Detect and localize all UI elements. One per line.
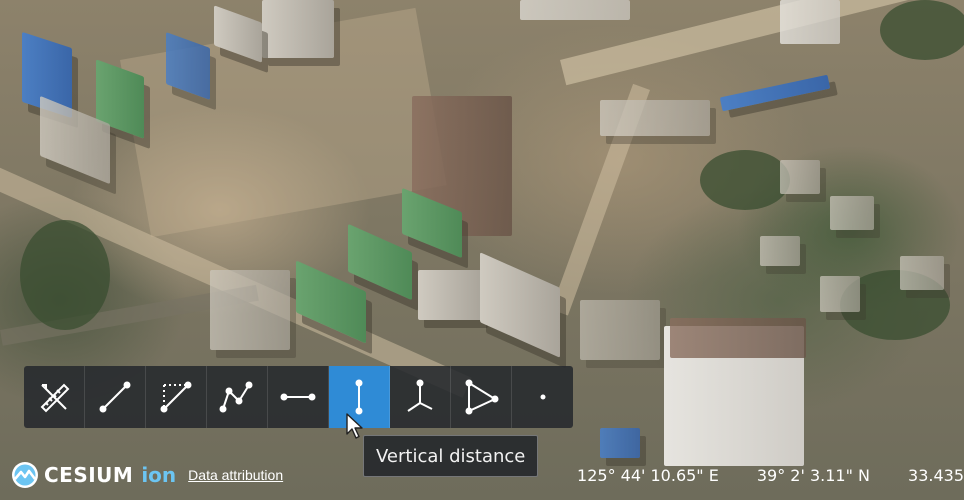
distance-icon [99,381,131,413]
tooltip-text: Vertical distance [376,445,526,467]
measure-tools-button[interactable] [24,366,85,428]
point-button[interactable] [512,366,573,428]
latitude-value: 39° 2' 3.11" N [756,465,871,485]
building [600,428,640,458]
cesium-ion-logo[interactable]: CESIUM ion [10,460,176,490]
building [719,74,831,112]
building [760,236,800,266]
logo-text: CESIUM [44,463,134,487]
height-icon [407,379,433,412]
building [210,270,290,350]
point-coordinates-icon [540,394,545,400]
tree-cluster [880,0,964,60]
polyline-button[interactable] [207,366,268,428]
building [830,196,874,230]
height-button[interactable] [390,366,451,428]
coordinates-readout: 125° 44' 10.65" E 39° 2' 3.11" N 33.435 [557,460,964,490]
measure-tools-icon [40,383,70,413]
component-distance-button[interactable] [146,366,207,428]
tree-cluster [20,220,110,330]
measure-toolbar [24,366,573,428]
data-attribution-link[interactable]: Data attribution [188,467,283,483]
tooltip: Vertical distance [363,435,539,477]
height-value: 33.435 [908,465,964,485]
area-icon [465,379,499,415]
building [670,318,806,358]
building [520,0,630,20]
vertical-distance-icon [355,379,363,415]
mouse-cursor-icon [346,413,363,439]
longitude-value: 125° 44' 10.65" E [577,465,719,485]
horizontal-distance-button[interactable] [268,366,329,428]
building [600,100,710,136]
polyline-icon [219,381,253,413]
building [418,270,482,320]
building [780,0,840,44]
building [780,160,820,194]
area-button[interactable] [451,366,512,428]
building [820,276,860,312]
tree-cluster [700,150,790,210]
building [900,256,944,290]
distance-button[interactable] [85,366,146,428]
building [480,252,560,358]
component-distance-icon [160,381,192,413]
horizontal-distance-icon [280,393,316,401]
cesium-logo-icon [12,462,38,488]
building [580,300,660,360]
building [262,0,334,58]
credit-bar: CESIUM ion Data attribution [10,460,283,490]
logo-suffix: ion [141,463,177,487]
